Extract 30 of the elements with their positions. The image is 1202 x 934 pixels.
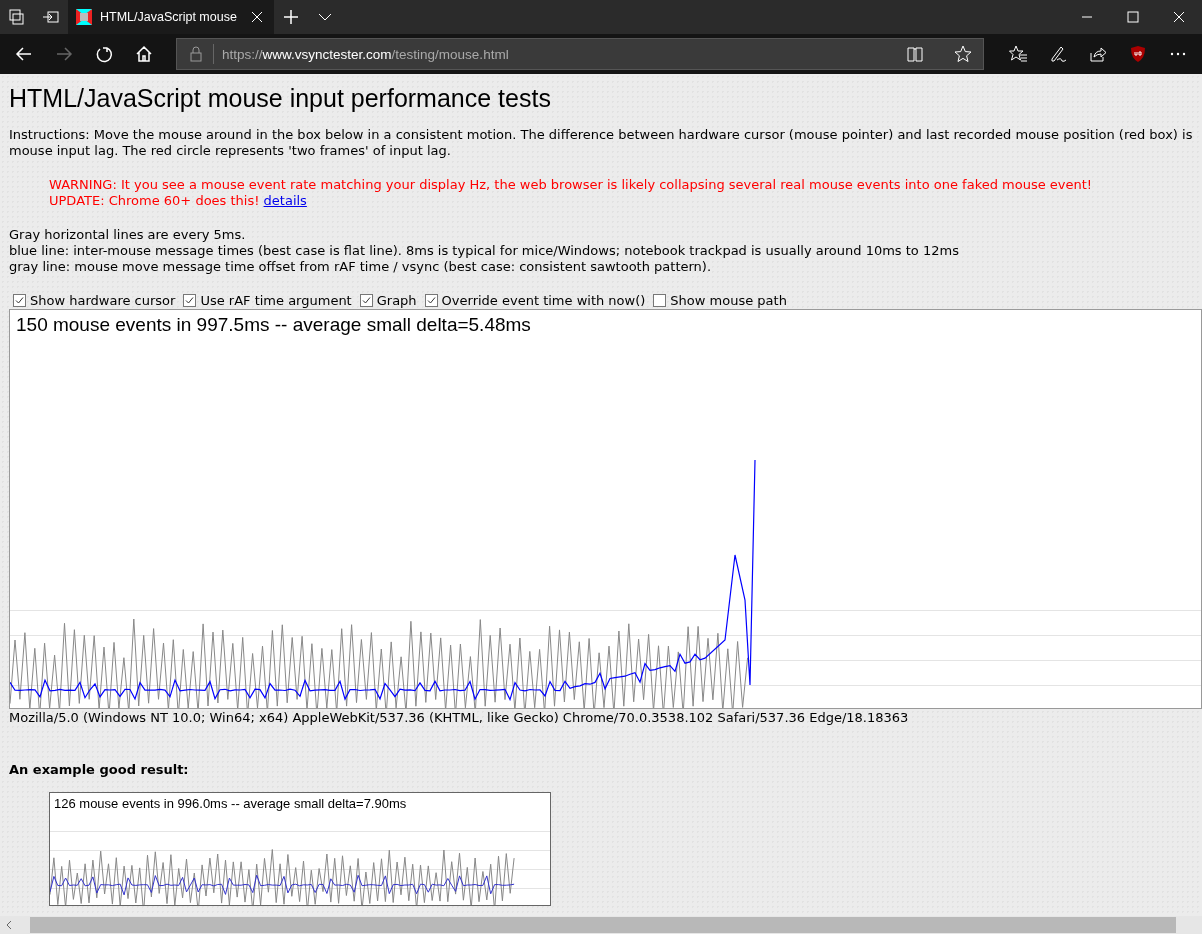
instructions-text: Instructions: Move the mouse around in the box below in a consistent motion. The difference between hardware cursor (mouse pointer) and last recorded mouse position (red box) is mouse input lag. The red circle represents 'two frames' of input lag. — [9, 127, 1194, 159]
graph-title: 150 mouse events in 997.5ms -- average small delta=5.48ms — [16, 314, 531, 336]
note-text: blue line: inter-mouse message times (best case is flat line). 8ms is typical for mice/Windows; notebook trackpad is usually around 10ms to 12ms — [9, 243, 960, 259]
checkbox[interactable] — [183, 293, 197, 307]
note-text: Gray horizontal lines are every 5ms. — [9, 227, 247, 243]
checkbox-label: Show mouse path — [670, 292, 787, 308]
browser-tab[interactable]: HTML/JavaScript mouse — [68, 0, 274, 34]
url-text: https://www.vsynctester.com/testing/mouse.html — [222, 46, 510, 62]
checkbox[interactable] — [424, 293, 438, 307]
checkbox-label: Override event time with now() — [441, 292, 646, 308]
example-heading: An example good result: — [9, 762, 190, 778]
update-text: UPDATE: Chrome 60+ does this! details — [49, 193, 308, 209]
favicon-icon — [76, 9, 92, 25]
checkbox-label: Show hardware cursor — [30, 292, 176, 308]
tab-title: HTML/JavaScript mouse — [100, 10, 238, 24]
checkbox-label: Use rAF time argument — [200, 292, 352, 308]
chevron-left-icon[interactable] — [4, 920, 14, 930]
checkbox[interactable] — [13, 293, 26, 307]
note-text: gray line: mouse move message time offset from rAF time / vsync (best case: consistent sawtooth pattern). — [9, 259, 713, 275]
horizontal-scrollbar[interactable] — [0, 916, 1202, 934]
example-graph-title: 126 mouse events in 996.0ms -- average small delta=7.90ms — [54, 796, 407, 811]
checkbox-label: Graph — [376, 292, 417, 308]
page-heading: HTML/JavaScript mouse input performance tests — [9, 84, 552, 113]
checkbox[interactable] — [653, 293, 667, 307]
lock-icon — [187, 45, 205, 63]
details-link[interactable]: details — [263, 193, 307, 208]
warning-text: WARNING: It you see a mouse event rate matching your display Hz, the web browser is likely collapsing several real mouse events into one faked mouse event! — [49, 177, 1094, 193]
user-agent-text: Mozilla/5.0 (Windows NT 10.0; Win64; x64) AppleWebKit/537.36 (KHTML, like Gecko) Chrome/70.0.3538.102 Safari/537.36 Edge/18.18363 — [9, 710, 910, 726]
address-bar[interactable]: https://www.vsynctester.com/testing/mouse.html — [176, 38, 984, 70]
checkbox[interactable] — [359, 293, 373, 307]
